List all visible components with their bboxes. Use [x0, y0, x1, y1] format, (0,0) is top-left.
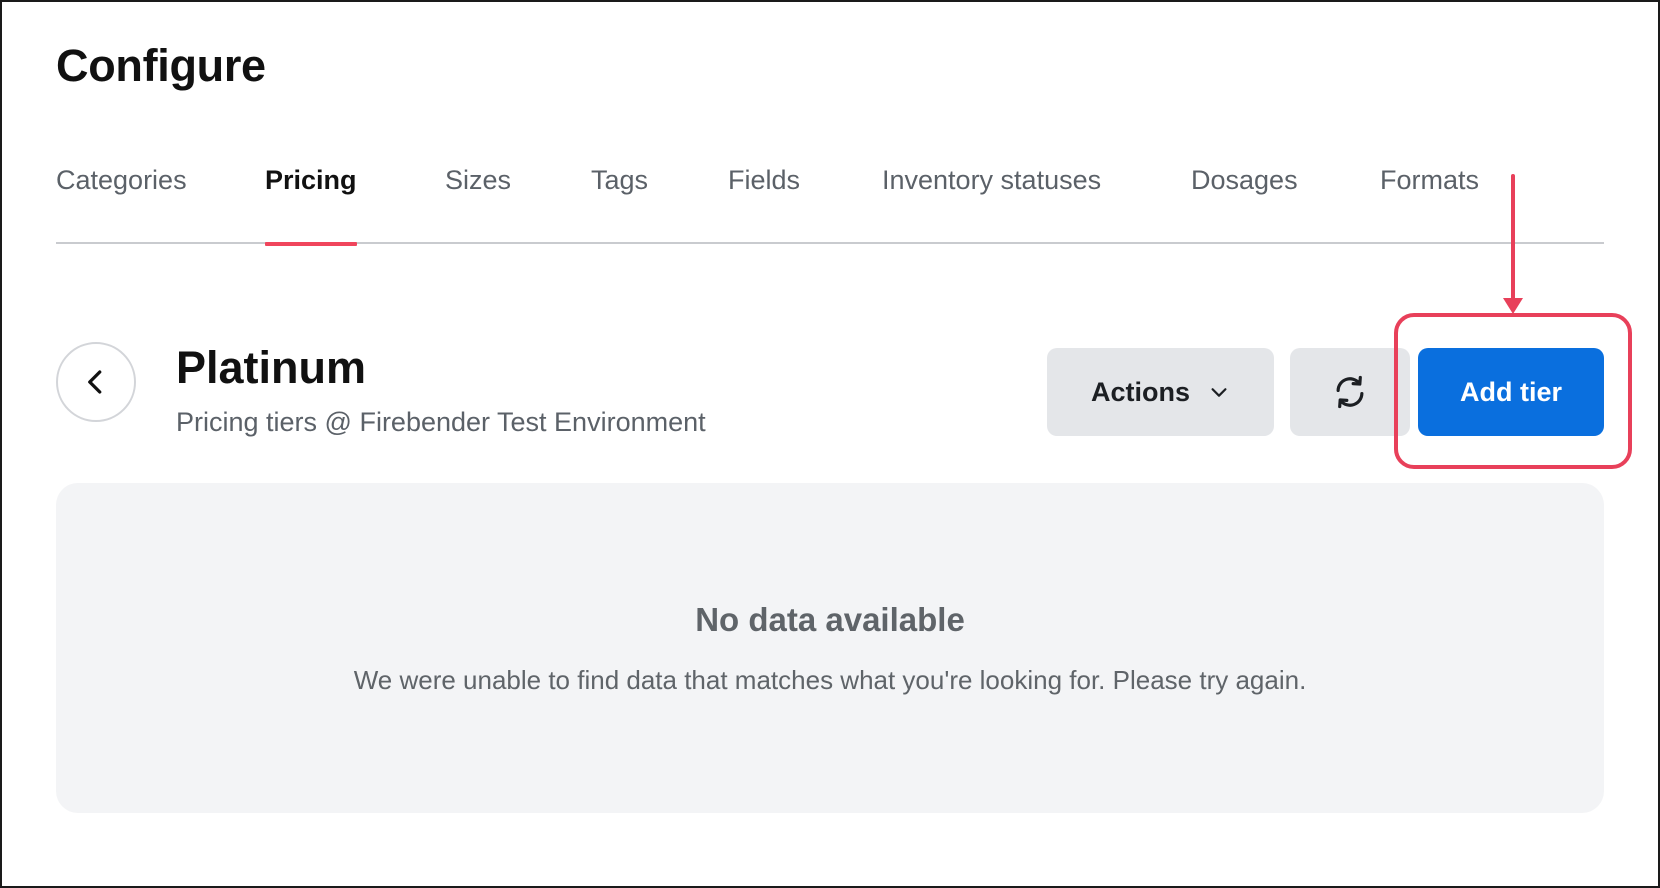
- back-button[interactable]: [56, 342, 136, 422]
- tab-formats[interactable]: Formats: [1380, 152, 1479, 244]
- tab-sizes[interactable]: Sizes: [445, 152, 511, 244]
- tab-pricing[interactable]: Pricing: [265, 152, 357, 246]
- tab-inventory-statuses[interactable]: Inventory statuses: [882, 152, 1101, 244]
- tab-fields[interactable]: Fields: [728, 152, 800, 244]
- tab-label: Formats: [1380, 165, 1480, 195]
- page-title: Configure: [56, 40, 266, 91]
- annotation-arrow-head-icon: [1503, 298, 1523, 314]
- add-tier-button[interactable]: Add tier: [1418, 348, 1604, 436]
- empty-state-title: No data available: [695, 601, 965, 638]
- add-tier-label: Add tier: [1459, 376, 1562, 407]
- refresh-button[interactable]: [1290, 348, 1410, 436]
- tab-categories[interactable]: Categories: [56, 152, 187, 244]
- tab-bar: Categories Pricing Sizes Tags Fields Inv…: [56, 152, 1604, 246]
- app-frame: Configure Categories Pricing Sizes Tags …: [0, 0, 1660, 888]
- tab-label: Sizes: [445, 165, 512, 195]
- active-tab-indicator: [265, 242, 357, 246]
- tab-dosages[interactable]: Dosages: [1191, 152, 1298, 244]
- actions-label: Actions: [1090, 376, 1190, 407]
- tab-label: Fields: [728, 165, 801, 195]
- empty-state-message: We were unable to find data that matches…: [353, 665, 1307, 695]
- annotation-arrow-line: [1511, 174, 1515, 306]
- actions-dropdown-button[interactable]: Actions: [1047, 348, 1274, 436]
- tab-label: Dosages: [1191, 165, 1298, 195]
- tab-label: Categories: [56, 165, 187, 195]
- tab-label: Tags: [591, 165, 649, 195]
- tab-tags[interactable]: Tags: [591, 152, 648, 244]
- chevron-down-icon: [1211, 388, 1227, 397]
- tab-label: Pricing: [265, 165, 357, 195]
- tier-subtitle: Pricing tiers @ Firebender Test Environm…: [176, 407, 706, 437]
- chevron-left-icon: [88, 370, 102, 394]
- empty-state-panel: No data available We were unable to find…: [56, 483, 1604, 813]
- tier-title: Platinum: [176, 342, 367, 393]
- tab-label: Inventory statuses: [882, 165, 1102, 195]
- refresh-icon: [1336, 375, 1364, 409]
